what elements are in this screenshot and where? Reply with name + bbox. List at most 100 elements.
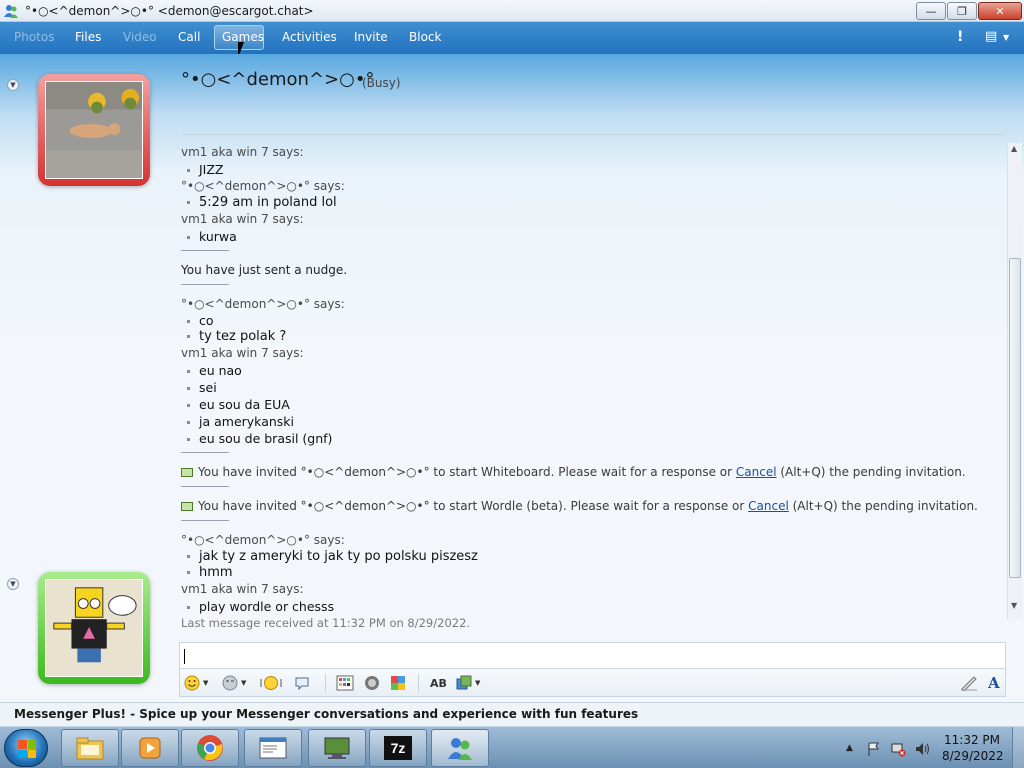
collapse-own-pic-icon[interactable]: ▼: [7, 578, 19, 590]
voice-clip-icon: [295, 677, 309, 691]
taskbar: 7z ▲ 11:32 PM 8/29/2022: [0, 726, 1024, 768]
minimize-button[interactable]: —: [916, 2, 946, 20]
show-desktop-button[interactable]: [1012, 727, 1024, 768]
window-icon: [259, 737, 287, 759]
messenger-plus-ad-bar[interactable]: Messenger Plus! - Spice up your Messenge…: [0, 702, 1024, 726]
window-title: °•○<^demon^>○•° <demon@escargot.chat>: [25, 4, 314, 18]
message-line: jak ty z ameryki to jak ty po polsku pis…: [187, 549, 478, 564]
chrome-icon: [197, 735, 223, 761]
chevron-down-icon: ▼: [203, 679, 209, 687]
monitor-icon: [324, 737, 350, 759]
own-display-picture[interactable]: [38, 572, 150, 684]
message-line: sei: [187, 380, 217, 395]
alert-icon[interactable]: !: [957, 29, 963, 45]
contact-display-picture[interactable]: [38, 74, 150, 186]
separator: [181, 452, 229, 453]
games-button[interactable]: [364, 674, 380, 692]
7zip-icon: 7z: [384, 736, 412, 760]
chat-history[interactable]: vm1 aka win 7 says: JIZZ °•○<^demon^>○•°…: [181, 144, 1003, 634]
message-line: ty tez polak ?: [187, 329, 286, 344]
last-received-timestamp: Last message received at 11:32 PM on 8/2…: [181, 616, 471, 630]
whiteboard-invite-notice: You have invited °•○<^demon^>○•° to star…: [181, 465, 966, 479]
wink-icon: [222, 675, 238, 691]
send-file-button[interactable]: ▼: [456, 674, 480, 692]
maximize-button[interactable]: ❐: [947, 2, 977, 20]
taskbar-remote-desktop[interactable]: [308, 729, 366, 767]
title-bar[interactable]: °•○<^demon^>○•° <demon@escargot.chat> — …: [0, 0, 1024, 22]
chat-scrollbar[interactable]: ▲ ▼: [1007, 143, 1022, 619]
compose-toolbar: ▼ ▼ AB ▼ A: [179, 669, 1006, 697]
media-player-icon: [139, 737, 161, 759]
message-line: JIZZ: [187, 162, 224, 177]
sender-line: vm1 aka win 7 says:: [181, 212, 304, 226]
menu-call[interactable]: Call: [178, 30, 200, 44]
ink-icon: [961, 676, 977, 691]
emoticons-button[interactable]: ▼: [184, 674, 208, 692]
ad-text[interactable]: Messenger Plus! - Spice up your Messenge…: [14, 707, 638, 721]
taskbar-notepad-window[interactable]: [244, 729, 302, 767]
font-button[interactable]: A: [988, 674, 1000, 692]
menu-files[interactable]: Files: [75, 30, 101, 44]
chevron-down-icon: ▼: [475, 679, 481, 687]
sender-line: °•○<^demon^>○•° says:: [181, 297, 345, 311]
close-button[interactable]: ✕: [978, 2, 1022, 20]
start-button[interactable]: [4, 729, 48, 767]
background-button[interactable]: [336, 674, 354, 692]
activities-button[interactable]: [390, 674, 406, 692]
taskbar-7zip[interactable]: 7z: [369, 729, 427, 767]
menu-block[interactable]: Block: [409, 30, 441, 44]
text-caret: [184, 649, 185, 664]
handwriting-button[interactable]: [960, 674, 978, 692]
nudge-button[interactable]: [260, 674, 282, 692]
collapse-contact-pic-icon[interactable]: ▼: [7, 79, 19, 91]
separator: [181, 486, 229, 487]
cancel-wordle-link[interactable]: Cancel: [748, 499, 789, 513]
options-menu-icon[interactable]: ▤: [985, 29, 997, 44]
message-line: hmm: [187, 565, 233, 580]
spellcheck-icon: AB: [430, 676, 447, 690]
menu-invite[interactable]: Invite: [354, 30, 388, 44]
message-line: play wordle or chesss: [187, 599, 334, 614]
scroll-down-arrow-icon[interactable]: ▼: [1011, 601, 1017, 610]
envelope-icon: [181, 468, 193, 477]
message-line: kurwa: [187, 229, 237, 244]
message-input[interactable]: [179, 642, 1006, 669]
separator: [181, 520, 229, 521]
header-divider: [181, 134, 1005, 135]
nudge-icon: [260, 676, 282, 690]
volume-icon[interactable]: [914, 741, 932, 757]
message-line: 5:29 am in poland lol: [187, 195, 337, 210]
network-disconnected-icon[interactable]: [890, 741, 906, 757]
toolbar-separator: [325, 674, 326, 692]
messenger-app-icon[interactable]: [3, 3, 19, 19]
menu-video[interactable]: Video: [123, 30, 157, 44]
conversation-window: ▼ °•○<^demon^>○•° (Busy) vm1 aka win 7 s…: [0, 54, 1024, 702]
taskbar-chrome[interactable]: [181, 729, 239, 767]
action-center-flag-icon[interactable]: [866, 741, 882, 757]
clock-date: 8/29/2022: [942, 749, 1004, 763]
smiley-icon: [184, 675, 200, 691]
spellcheck-button[interactable]: AB: [430, 674, 447, 692]
toolbar-separator: [418, 674, 419, 692]
message-line: eu sou de brasil (gnf): [187, 431, 332, 446]
winks-button[interactable]: ▼: [222, 674, 246, 692]
taskbar-messenger[interactable]: [431, 729, 489, 767]
envelope-icon: [181, 502, 193, 511]
options-chevron-down-icon[interactable]: ▼: [1003, 33, 1009, 42]
chevron-down-icon: ▼: [241, 679, 247, 687]
show-hidden-icons-chevron-up-icon[interactable]: ▲: [846, 743, 853, 753]
taskbar-clock[interactable]: 11:32 PM 8/29/2022: [942, 732, 1004, 764]
nudge-notice: You have just sent a nudge.: [181, 263, 348, 277]
message-line: eu sou da EUA: [187, 397, 290, 412]
taskbar-media-player[interactable]: [121, 729, 179, 767]
cancel-whiteboard-link[interactable]: Cancel: [736, 465, 777, 479]
sender-line: vm1 aka win 7 says:: [181, 582, 304, 596]
scroll-up-arrow-icon[interactable]: ▲: [1011, 144, 1017, 153]
voice-clip-button[interactable]: [294, 674, 310, 692]
taskbar-explorer[interactable]: [61, 729, 119, 767]
separator: [181, 284, 229, 285]
scrollbar-thumb[interactable]: [1009, 258, 1021, 578]
menu-activities[interactable]: Activities: [282, 30, 337, 44]
menu-photos[interactable]: Photos: [14, 30, 54, 44]
sender-line: °•○<^demon^>○•° says:: [181, 179, 345, 193]
